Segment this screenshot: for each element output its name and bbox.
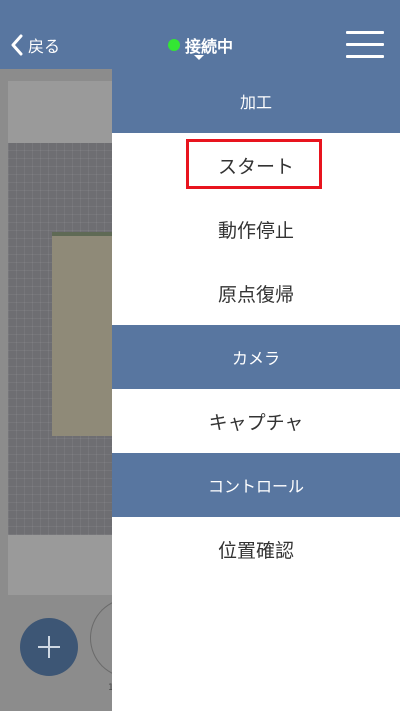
section-camera: カメラ [112, 325, 400, 389]
caret-down-icon[interactable] [194, 55, 204, 60]
menu-item-capture[interactable]: キャプチャ [112, 389, 400, 453]
menu-item-home[interactable]: 原点復帰 [112, 261, 400, 325]
chevron-left-icon [11, 34, 23, 56]
camera-object [52, 236, 112, 436]
section-processing: 加工 [112, 69, 400, 133]
connection-status[interactable]: 接続中 [168, 33, 233, 57]
back-button[interactable]: 戻る [10, 33, 60, 57]
back-label: 戻る [28, 37, 61, 56]
status-dot-icon [168, 39, 180, 51]
menu-item-position[interactable]: 位置確認 [112, 517, 400, 581]
section-control: コントロール [112, 453, 400, 517]
hamburger-menu-icon[interactable] [346, 31, 384, 59]
add-button[interactable] [20, 618, 78, 676]
connection-label: 接続中 [185, 37, 234, 56]
start-highlight-box [186, 139, 322, 189]
menu-item-stop[interactable]: 動作停止 [112, 197, 400, 261]
app-header: 戻る 接続中 [0, 0, 400, 69]
